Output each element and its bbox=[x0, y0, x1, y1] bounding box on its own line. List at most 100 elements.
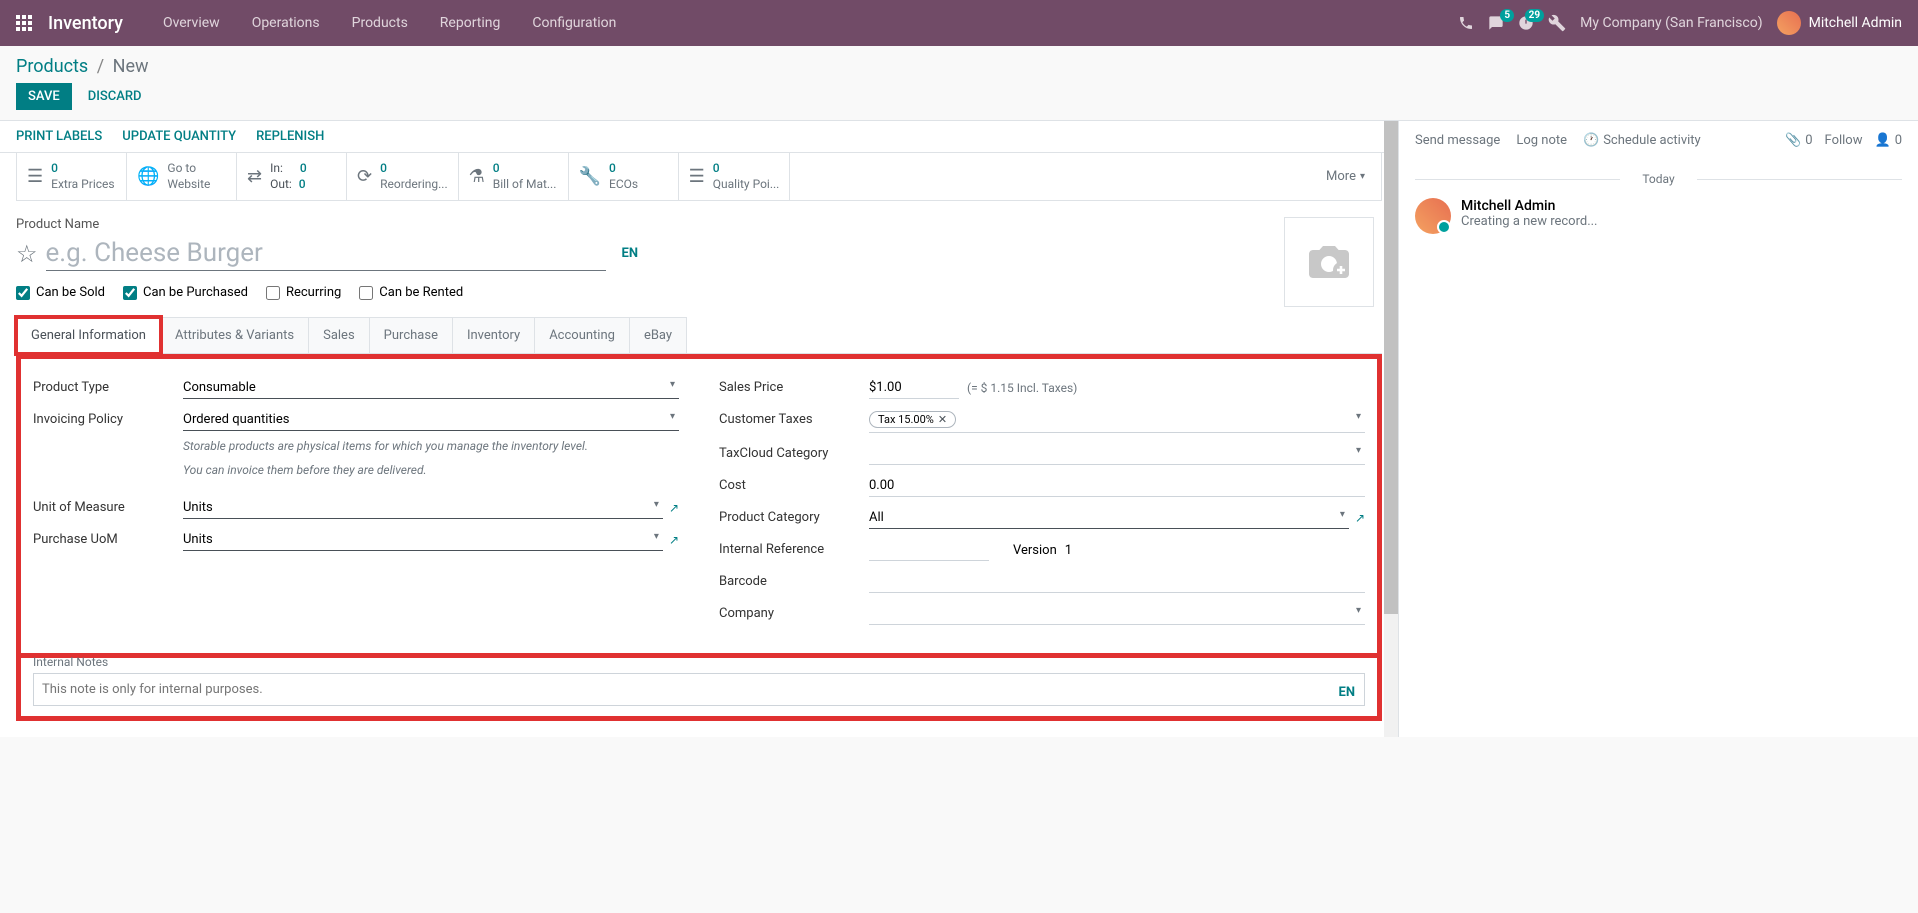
stat-ecos[interactable]: 🔧 0ECOs bbox=[569, 153, 679, 200]
input-company[interactable] bbox=[869, 603, 1365, 625]
left-column: Product Type Invoicing Policy Storable p… bbox=[33, 377, 679, 635]
label-purchase-uom: Purchase UoM bbox=[33, 529, 183, 547]
check-can-be-rented[interactable]: Can be Rented bbox=[359, 285, 463, 300]
input-product-type[interactable] bbox=[183, 377, 679, 399]
notes-lang-toggle[interactable]: EN bbox=[1339, 685, 1356, 700]
today-divider: Today bbox=[1415, 172, 1902, 186]
schedule-activity-button[interactable]: 🕐Schedule activity bbox=[1583, 133, 1701, 148]
breadcrumb: Products / New bbox=[16, 56, 149, 77]
tab-accounting[interactable]: Accounting bbox=[534, 317, 630, 353]
breadcrumb-sep: / bbox=[97, 56, 104, 77]
phone-icon[interactable] bbox=[1458, 15, 1474, 31]
app-brand[interactable]: Inventory bbox=[48, 13, 123, 34]
product-header: Product Name ☆ EN Can be Sold Can be Pur… bbox=[16, 217, 1382, 307]
check-can-be-sold[interactable]: Can be Sold bbox=[16, 285, 105, 300]
tab-inventory[interactable]: Inventory bbox=[452, 317, 535, 353]
stat-website[interactable]: 🌐 Go toWebsite bbox=[127, 153, 237, 200]
input-internal-notes[interactable] bbox=[33, 673, 1365, 706]
followers-button[interactable]: 👤0 bbox=[1875, 133, 1903, 148]
main-navbar: Inventory Overview Operations Products R… bbox=[0, 0, 1918, 46]
label-category: Product Category bbox=[719, 507, 869, 525]
debug-icon[interactable] bbox=[1548, 14, 1566, 32]
replenish-button[interactable]: REPLENISH bbox=[256, 129, 324, 144]
label-version: Version bbox=[1013, 543, 1057, 558]
label-internal-notes: Internal Notes bbox=[33, 655, 1365, 669]
stat-quality[interactable]: ☰ 0Quality Poi... bbox=[679, 153, 791, 200]
messages-icon[interactable]: 5 bbox=[1488, 15, 1504, 31]
product-image-upload[interactable] bbox=[1284, 217, 1374, 307]
stat-bom[interactable]: ⚗ 0Bill of Mat... bbox=[459, 153, 569, 200]
print-labels-button[interactable]: PRINT LABELS bbox=[16, 129, 102, 144]
input-invoicing-policy[interactable] bbox=[183, 409, 679, 431]
product-name-input[interactable] bbox=[46, 236, 606, 271]
tab-ebay[interactable]: eBay bbox=[629, 317, 687, 353]
help-text-1: Storable products are physical items for… bbox=[183, 437, 679, 455]
nav-overview[interactable]: Overview bbox=[147, 3, 236, 43]
person-icon: 👤 bbox=[1875, 133, 1891, 148]
check-can-be-purchased[interactable]: Can be Purchased bbox=[123, 285, 248, 300]
input-purchase-uom[interactable] bbox=[183, 529, 663, 551]
save-button[interactable]: SAVE bbox=[16, 83, 72, 110]
category-external-link-icon[interactable]: ↗ bbox=[1355, 511, 1365, 525]
log-note-button[interactable]: Log note bbox=[1516, 133, 1567, 148]
sales-price-note: (= $ 1.15 Incl. Taxes) bbox=[967, 381, 1077, 395]
input-cost[interactable] bbox=[869, 475, 1365, 497]
form-area: PRINT LABELS UPDATE QUANTITY REPLENISH ☰… bbox=[0, 121, 1398, 737]
product-tabs: General Information Attributes & Variant… bbox=[16, 317, 1382, 354]
attachments-button[interactable]: 📎0 bbox=[1785, 133, 1813, 148]
lang-toggle[interactable]: EN bbox=[622, 246, 639, 261]
label-internal-ref: Internal Reference bbox=[719, 539, 869, 557]
label-invoicing-policy: Invoicing Policy bbox=[33, 409, 183, 427]
form-scrollbar[interactable] bbox=[1384, 121, 1398, 737]
input-taxcloud[interactable] bbox=[869, 443, 1365, 465]
stat-reordering[interactable]: ⟳ 0Reordering... bbox=[347, 153, 459, 200]
tab-sales[interactable]: Sales bbox=[308, 317, 370, 353]
product-checks: Can be Sold Can be Purchased Recurring C… bbox=[16, 285, 1284, 300]
input-barcode[interactable] bbox=[869, 571, 1365, 593]
stat-more-button[interactable]: More ▾ bbox=[1310, 153, 1381, 200]
stat-in-out[interactable]: ⇄ In: 0 Out: 0 bbox=[237, 153, 347, 200]
help-text-2: You can invoice them before they are del… bbox=[183, 461, 679, 479]
follow-button[interactable]: Follow bbox=[1825, 133, 1863, 148]
tax-tag-remove-icon[interactable]: ✕ bbox=[938, 413, 947, 426]
nav-operations[interactable]: Operations bbox=[236, 3, 336, 43]
label-company: Company bbox=[719, 603, 869, 621]
user-menu[interactable]: Mitchell Admin bbox=[1777, 11, 1902, 35]
nav-configuration[interactable]: Configuration bbox=[516, 3, 632, 43]
uom-external-link-icon[interactable]: ↗ bbox=[669, 501, 679, 515]
nav-products[interactable]: Products bbox=[336, 3, 424, 43]
nav-reporting[interactable]: Reporting bbox=[424, 3, 517, 43]
breadcrumb-parent[interactable]: Products bbox=[16, 56, 88, 77]
input-uom[interactable] bbox=[183, 497, 663, 519]
tab-general-information[interactable]: General Information bbox=[16, 317, 161, 354]
right-column: Sales Price (= $ 1.15 Incl. Taxes) Custo… bbox=[719, 377, 1365, 635]
favorite-star-icon[interactable]: ☆ bbox=[16, 240, 38, 268]
list-icon: ☰ bbox=[689, 166, 705, 187]
version-value: 1 bbox=[1065, 543, 1072, 558]
chatter-panel: Send message Log note 🕐Schedule activity… bbox=[1398, 121, 1918, 737]
input-category[interactable] bbox=[869, 507, 1349, 529]
avatar bbox=[1777, 11, 1801, 35]
apps-icon[interactable] bbox=[16, 15, 32, 31]
paperclip-icon: 📎 bbox=[1785, 133, 1801, 148]
log-entry: Mitchell Admin Creating a new record... bbox=[1415, 198, 1902, 234]
clock-icon: 🕐 bbox=[1583, 133, 1599, 148]
tab-attributes-variants[interactable]: Attributes & Variants bbox=[160, 317, 309, 353]
input-customer-taxes[interactable]: Tax 15.00%✕ bbox=[869, 409, 1365, 433]
company-selector[interactable]: My Company (San Francisco) bbox=[1580, 15, 1762, 31]
check-recurring[interactable]: Recurring bbox=[266, 285, 341, 300]
tab-purchase[interactable]: Purchase bbox=[369, 317, 453, 353]
stat-extra-prices[interactable]: ☰ 0Extra Prices bbox=[17, 153, 127, 200]
breadcrumb-row: Products / New bbox=[0, 46, 1918, 83]
log-message: Creating a new record... bbox=[1461, 214, 1598, 229]
input-sales-price[interactable] bbox=[869, 377, 959, 399]
input-internal-ref[interactable] bbox=[869, 539, 989, 561]
activities-icon[interactable]: 29 bbox=[1518, 15, 1534, 31]
send-message-button[interactable]: Send message bbox=[1415, 133, 1500, 148]
chevron-down-icon: ▾ bbox=[1360, 171, 1365, 182]
purchase-uom-external-link-icon[interactable]: ↗ bbox=[669, 533, 679, 547]
user-name: Mitchell Admin bbox=[1809, 15, 1902, 31]
discard-button[interactable]: DISCARD bbox=[88, 89, 142, 104]
update-quantity-button[interactable]: UPDATE QUANTITY bbox=[122, 129, 236, 144]
transfer-icon: ⇄ bbox=[247, 166, 262, 187]
